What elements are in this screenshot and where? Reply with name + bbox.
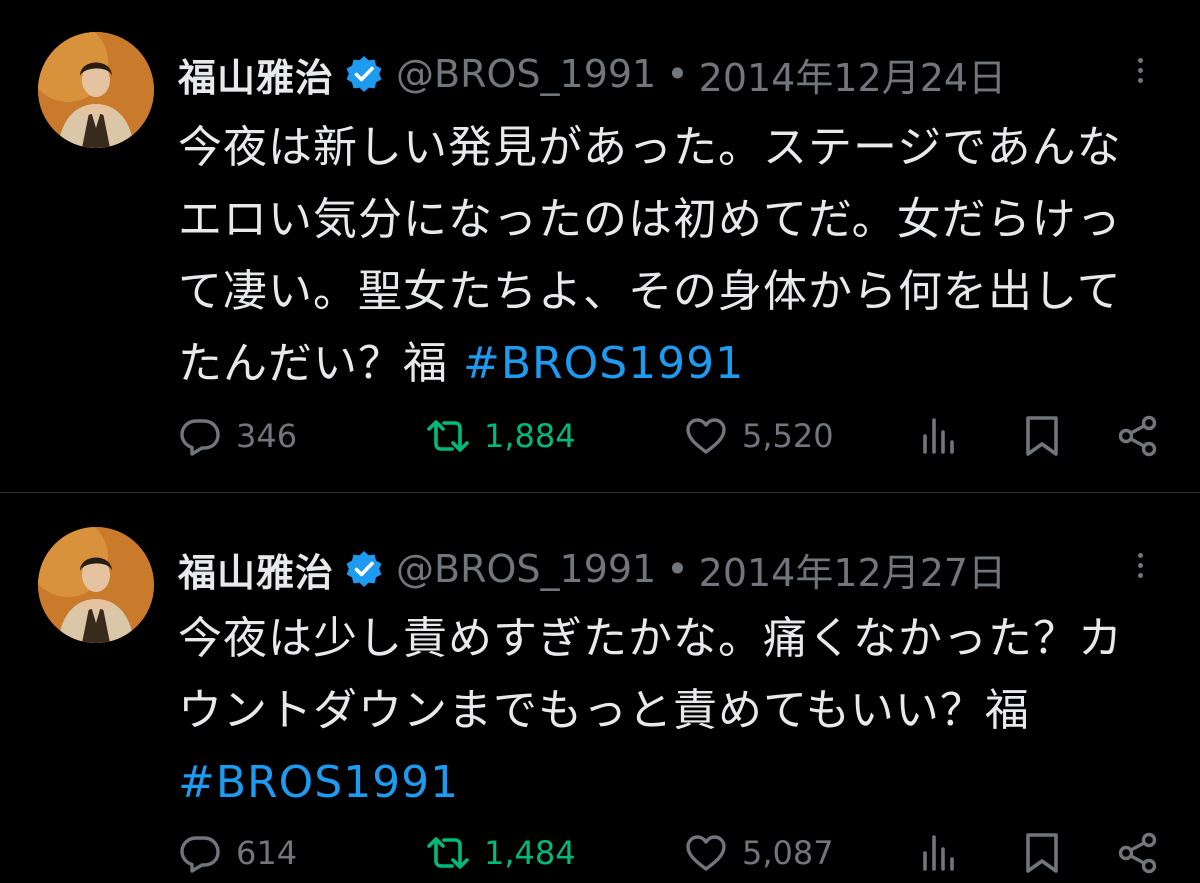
- author-handle[interactable]: @BROS_1991: [396, 547, 656, 591]
- share-icon: [1116, 831, 1160, 875]
- views-button[interactable]: [918, 823, 962, 883]
- author-name[interactable]: 福山雅治: [178, 542, 334, 597]
- bookmark-icon: [1020, 831, 1064, 875]
- views-icon: [918, 831, 962, 875]
- author-handle[interactable]: @BROS_1991: [396, 52, 656, 96]
- tweet-text-line: ウントダウンまでもっと責めてもいい？福: [178, 685, 1030, 736]
- heart-icon: [684, 414, 728, 458]
- bookmark-button[interactable]: [1020, 823, 1064, 883]
- tweet-date[interactable]: 2014年12月24日: [699, 47, 1006, 102]
- retweet-count: 1,884: [484, 417, 576, 455]
- avatar[interactable]: [38, 527, 154, 643]
- verified-badge-icon: [344, 54, 384, 94]
- share-button[interactable]: [1116, 406, 1160, 466]
- retweet-icon: [426, 414, 470, 458]
- verified-badge-icon: [344, 549, 384, 589]
- share-button[interactable]: [1116, 823, 1160, 883]
- tweet-text-line: 今夜は新しい発見があった。ステージであんな: [178, 122, 1122, 173]
- more-icon[interactable]: [1132, 54, 1148, 94]
- retweet-count: 1,484: [484, 834, 576, 872]
- tweet-text-line: たんだい？福: [178, 338, 463, 389]
- like-count: 5,087: [742, 834, 834, 872]
- tweet-header: 福山雅治 @BROS_1991 • 2014年12月24日: [178, 44, 1006, 104]
- like-button[interactable]: 5,520: [684, 406, 834, 466]
- retweet-button[interactable]: 1,484: [426, 823, 576, 883]
- like-button[interactable]: 5,087: [684, 823, 834, 883]
- tweet-text: 今夜は新しい発見があった。ステージであんな エロい気分になったのは初めてだ。女だ…: [178, 112, 1168, 400]
- avatar[interactable]: [38, 32, 154, 148]
- author-name[interactable]: 福山雅治: [178, 47, 334, 102]
- tweet-text-line: エロい気分になったのは初めてだ。女だらけっ: [178, 194, 1122, 245]
- views-button[interactable]: [918, 406, 962, 466]
- retweet-button[interactable]: 1,884: [426, 406, 576, 466]
- tweet-header: 福山雅治 @BROS_1991 • 2014年12月27日: [178, 539, 1006, 599]
- more-icon[interactable]: [1132, 549, 1148, 589]
- reply-icon: [178, 414, 222, 458]
- tweet-text-line: 今夜は少し責めすぎたかな。痛くなかった？カ: [178, 613, 1123, 664]
- hashtag-link[interactable]: #BROS1991: [178, 747, 1168, 819]
- hashtag-link[interactable]: #BROS1991: [463, 338, 744, 389]
- tweet-text-line-last: たんだい？福 #BROS1991: [178, 328, 1168, 400]
- reply-button[interactable]: 346: [178, 406, 297, 466]
- heart-icon: [684, 831, 728, 875]
- reply-icon: [178, 831, 222, 875]
- tweet-actions: 346 1,884 5,520: [178, 406, 1168, 466]
- bookmark-button[interactable]: [1020, 406, 1064, 466]
- tweet-text-line: て凄い。聖女たちよ、その身体から何を出して: [178, 266, 1122, 317]
- reply-count: 614: [236, 834, 298, 872]
- bookmark-icon: [1020, 414, 1064, 458]
- reply-button[interactable]: 614: [178, 823, 297, 883]
- tweet[interactable]: 福山雅治 @BROS_1991 • 2014年12月24日 今夜は新しい発見があ…: [0, 0, 1200, 493]
- like-count: 5,520: [742, 417, 834, 455]
- tweet-date[interactable]: 2014年12月27日: [699, 542, 1006, 597]
- tweet[interactable]: 福山雅治 @BROS_1991 • 2014年12月27日 今夜は少し責めすぎた…: [0, 493, 1200, 874]
- separator-dot: •: [666, 52, 689, 96]
- share-icon: [1116, 414, 1160, 458]
- separator-dot: •: [666, 547, 689, 591]
- tweet-actions: 614 1,484 5,087: [178, 823, 1168, 883]
- views-icon: [918, 414, 962, 458]
- retweet-icon: [426, 831, 470, 875]
- tweet-text: 今夜は少し責めすぎたかな。痛くなかった？カ ウントダウンまでもっと責めてもいい？…: [178, 603, 1168, 819]
- reply-count: 346: [236, 417, 298, 455]
